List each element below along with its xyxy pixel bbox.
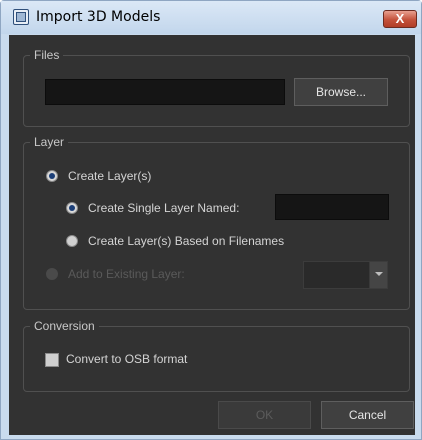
layer-group: Layer Create Layer(s) Create Single Laye…: [23, 135, 410, 310]
convert-osb-label: Convert to OSB format: [66, 352, 188, 366]
convert-osb-checkbox[interactable]: [45, 353, 59, 367]
close-icon: X: [395, 11, 405, 26]
create-layers-radio[interactable]: [46, 170, 58, 182]
title-bar[interactable]: Import 3D Models X: [1, 1, 421, 34]
single-layer-label: Create Single Layer Named:: [88, 201, 240, 215]
ok-button[interactable]: OK: [218, 401, 311, 429]
conversion-group: Conversion Convert to OSB format: [23, 319, 410, 392]
browse-button[interactable]: Browse...: [294, 78, 388, 106]
files-group-label: Files: [30, 48, 64, 62]
files-group: Files Browse...: [23, 48, 410, 127]
based-on-filenames-label: Create Layer(s) Based on Filenames: [88, 234, 285, 248]
chevron-down-icon[interactable]: [369, 262, 387, 288]
dialog-body: Files Browse... Layer Create Layer(s) Cr…: [9, 35, 415, 435]
file-path-field[interactable]: [45, 79, 285, 105]
conversion-group-label: Conversion: [30, 319, 99, 333]
add-existing-radio[interactable]: [46, 268, 58, 280]
based-on-filenames-radio[interactable]: [66, 235, 78, 247]
layer-group-label: Layer: [30, 135, 69, 149]
dialog-window: Import 3D Models X Files Browse... Layer…: [0, 0, 422, 440]
existing-layer-dropdown[interactable]: [303, 261, 388, 289]
close-button[interactable]: X: [383, 10, 417, 28]
single-layer-radio[interactable]: [66, 202, 78, 214]
single-layer-name-field[interactable]: [275, 194, 389, 220]
cancel-button[interactable]: Cancel: [321, 401, 414, 429]
create-layers-label: Create Layer(s): [68, 169, 152, 183]
add-existing-label: Add to Existing Layer:: [68, 267, 185, 281]
application-window-icon: [13, 9, 29, 25]
window-title: Import 3D Models: [36, 9, 161, 25]
